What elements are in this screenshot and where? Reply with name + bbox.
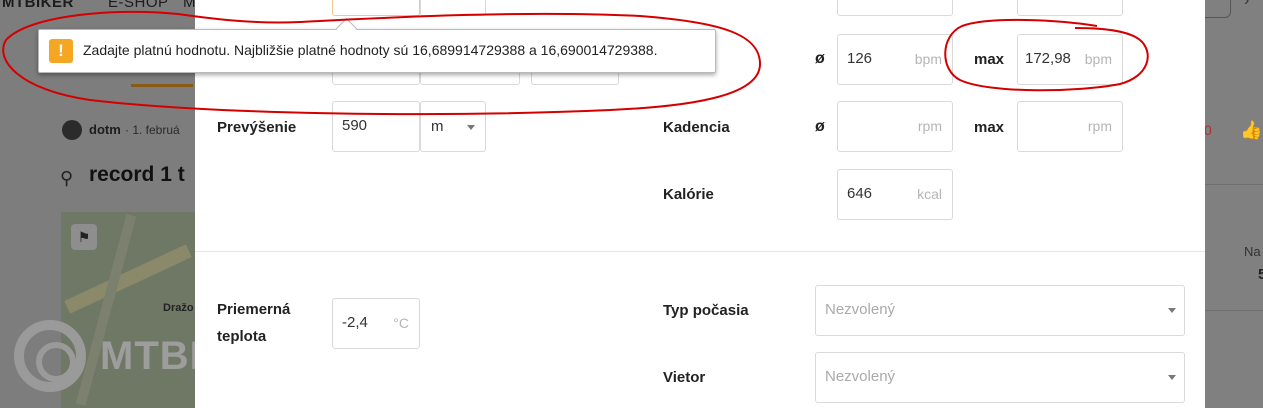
calories-label: Kalórie <box>663 186 714 203</box>
warning-icon: ! <box>49 39 73 63</box>
cadence-max-label: max <box>974 119 1005 136</box>
temperature-label-line1: Priemerná <box>217 301 291 318</box>
chevron-icon: › <box>1244 0 1250 9</box>
wind-select[interactable]: Nezvolený <box>815 352 1185 403</box>
partial-input[interactable] <box>332 0 420 16</box>
heart-rate-max-input[interactable]: 172,98 bpm <box>1017 34 1123 85</box>
elevation-input[interactable]: 590 <box>332 101 420 152</box>
chevron-down-icon <box>467 125 475 130</box>
partial-input[interactable] <box>420 0 486 16</box>
comment-count: 0 <box>1204 122 1212 138</box>
map-pin-icon: ⚑ <box>71 224 97 250</box>
temperature-input[interactable]: -2,4 °C <box>332 298 420 349</box>
avatar <box>62 120 82 140</box>
weather-select[interactable]: Nezvolený <box>815 285 1185 336</box>
chevron-down-icon <box>1168 375 1176 380</box>
weather-label: Typ počasia <box>663 302 749 319</box>
chevron-down-icon <box>1168 308 1176 313</box>
map-place-label: Dražo <box>163 302 194 314</box>
partial-input[interactable] <box>1017 0 1123 16</box>
elevation-label: Prevýšenie <box>217 119 297 136</box>
heart-rate-avg-input[interactable]: 126 bpm <box>837 34 953 85</box>
stat-value: 5 <box>1258 266 1263 283</box>
section-divider <box>195 251 1205 252</box>
author-name: dotm <box>89 122 121 137</box>
elevation-unit-select[interactable]: m <box>420 101 486 152</box>
partial-input[interactable] <box>837 0 953 16</box>
cadence-max-input[interactable]: rpm <box>1017 101 1123 152</box>
validation-tooltip: ! Zadajte platnú hodnotu. Najbližšie pla… <box>38 17 716 73</box>
cadence-avg-input[interactable]: rpm <box>837 101 953 152</box>
temperature-label-line2: teplota <box>217 328 267 345</box>
background-nav: MTBIKER E-SHOP M <box>0 0 196 14</box>
bike-icon: ⚲ <box>60 168 74 188</box>
cadence-label: Kadencia <box>663 119 730 136</box>
nav-logo: MTBIKER <box>2 0 74 11</box>
background-right-panel <box>1205 0 1263 408</box>
activity-title: record 1 t <box>89 163 185 186</box>
active-tab-underline <box>131 84 193 87</box>
nav-eshop: E-SHOP <box>108 0 169 11</box>
thumbs-up-icon: 👍 <box>1240 120 1263 140</box>
wind-label: Vietor <box>663 369 706 386</box>
divider <box>1205 184 1263 185</box>
average-symbol: ø <box>815 118 825 135</box>
heart-rate-max-label: max <box>974 51 1005 68</box>
gear-icon <box>14 320 86 392</box>
divider <box>1205 310 1263 311</box>
validation-message: Zadajte platnú hodnotu. Najbližšie platn… <box>83 42 658 58</box>
average-symbol: ø <box>815 50 825 67</box>
post-date: · 1. februá <box>125 123 180 137</box>
calories-input[interactable]: 646 kcal <box>837 169 953 220</box>
stat-label: Na <box>1244 244 1261 259</box>
